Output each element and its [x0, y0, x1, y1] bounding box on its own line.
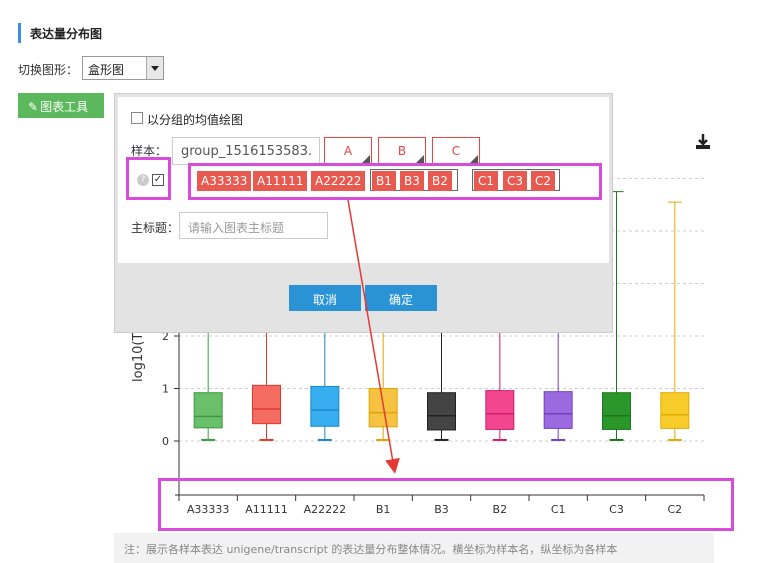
- chart-note: 注：展示各样本表达 unigene/transcript 的表达量分布整体情况。…: [114, 533, 714, 563]
- annotation-arrow: [347, 199, 400, 474]
